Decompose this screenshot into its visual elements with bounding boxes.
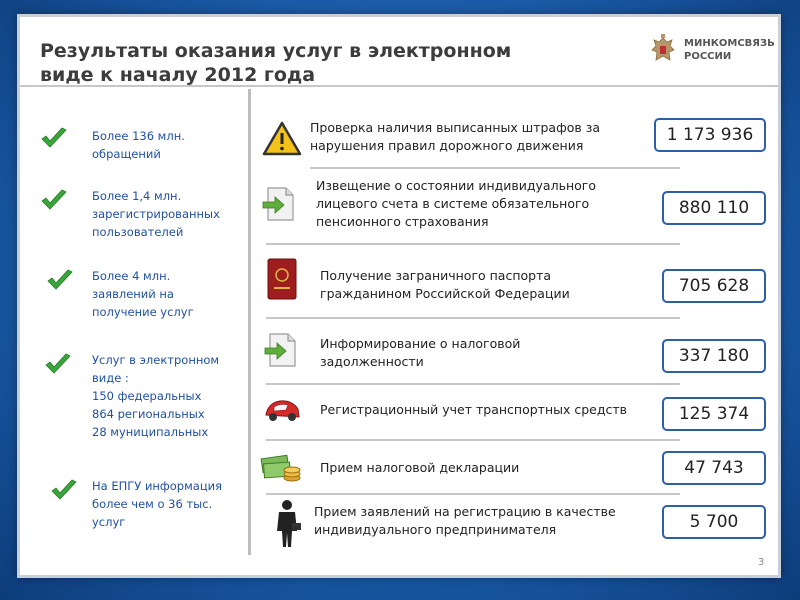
logo-text: МИНКОМСВЯЗЬ РОССИИ [684,37,775,63]
row-divider [310,167,680,169]
left-item-text: Более 136 млн. обращений [92,127,252,163]
service-text: Проверка наличия выписанных штрафов за н… [310,119,600,155]
page-title: Результаты оказания услуг в электронном … [40,40,512,86]
coat-of-arms-icon [651,34,675,61]
left-list-item: Услуг в электронном виде : 150 федеральн… [40,351,250,443]
left-item-line: Более 1,4 млн. [92,189,182,203]
service-row: Извещение о состоянии индивидуального ли… [258,175,778,239]
checkmark-icon [41,127,67,148]
service-line: лицевого счета в системе обязательного [316,196,590,211]
left-item-line: 28 муниципальных [92,425,209,439]
service-line: индивидуального предпринимателя [314,522,557,537]
document-arrow-icon [262,187,294,221]
left-item-line: обращений [92,147,161,161]
service-text: Информирование о налоговой задолженности [320,335,520,371]
logo-line: РОССИИ [684,51,732,62]
service-line: Получение заграничного паспорта [320,268,552,283]
passport-icon [267,258,297,300]
left-item-line: виде : [92,371,129,385]
left-item-line: более чем о 36 тыс. [92,497,213,511]
left-item-line: услуг [92,515,126,529]
service-text: Получение заграничного паспорта граждани… [320,267,570,303]
service-line: гражданином Российской Федерации [320,286,570,301]
checkmark-icon [47,269,73,290]
service-line: Извещение о состоянии индивидуального [316,178,596,193]
row-divider [266,383,680,385]
left-item-text: Более 4 млн. заявлений на получение услу… [92,267,252,321]
left-item-line: Услуг в электронном [92,353,220,367]
service-line: задолженности [320,354,424,369]
row-divider [266,317,680,319]
service-row: Проверка наличия выписанных штрафов за н… [258,115,778,165]
header-divider [20,85,778,87]
left-item-text: Услуг в электронном виде : 150 федеральн… [92,351,252,441]
service-value: 125 374 [662,397,766,431]
left-item-text: Более 1,4 млн. зарегистрированных пользо… [92,187,252,241]
logo-line: МИНКОМСВЯЗЬ [684,38,775,49]
row-divider [266,493,680,495]
left-item-line: Более 136 млн. [92,129,185,143]
checkmark-icon [41,189,67,210]
money-icon [260,454,301,482]
service-value: 337 180 [662,339,766,373]
service-line: нарушения правил дорожного движения [310,138,584,153]
service-value: 880 110 [662,191,766,225]
service-line: Регистрационный учет транспортных средст… [320,402,628,417]
service-line: Проверка наличия выписанных штрафов за [310,120,601,135]
service-value: 1 173 936 [654,118,766,152]
service-row: Прием заявлений на регистрацию в качеств… [258,499,778,559]
service-row: Регистрационный учет транспортных средст… [258,387,778,435]
left-list-item: На ЕПГУ информация более чем о 36 тыс. у… [40,477,250,537]
service-row: Получение заграничного паспорта граждани… [258,253,778,313]
service-line: пенсионного страхования [316,214,489,229]
document-arrow-icon [264,333,296,367]
left-item-line: Более 4 млн. [92,269,171,283]
left-list-item: Более 4 млн. заявлений на получение услу… [40,267,250,327]
page-number: 3 [758,557,765,568]
left-item-line: На ЕПГУ информация [92,479,223,493]
left-item-line: 864 региональных [92,407,205,421]
service-text: Извещение о состоянии индивидуального ли… [316,177,596,231]
service-value: 705 628 [662,269,766,303]
service-line: Информирование о налоговой [320,336,521,351]
service-text: Прием налоговой декларации [320,459,519,477]
left-list-item: Более 136 млн. обращений [40,127,250,167]
left-item-line: заявлений на [92,287,174,301]
slide: Результаты оказания услуг в электронном … [17,14,781,578]
left-item-line: 150 федеральных [92,389,202,403]
service-line: Прием заявлений на регистрацию в качеств… [314,504,616,519]
warning-icon [262,121,302,156]
service-row: Прием налоговой декларации 47 743 [258,441,778,497]
left-item-line: пользователей [92,225,184,239]
checkmark-icon [51,479,77,500]
left-item-line: зарегистрированных [92,207,220,221]
left-list-item: Более 1,4 млн. зарегистрированных пользо… [40,187,250,247]
left-item-line: получение услуг [92,305,194,319]
service-text: Прием заявлений на регистрацию в качеств… [314,503,616,539]
service-value: 5 700 [662,505,766,539]
left-item-text: На ЕПГУ информация более чем о 36 тыс. у… [92,477,252,531]
service-line: Прием налоговой декларации [320,460,520,475]
car-icon [265,400,300,421]
service-value: 47 743 [662,451,766,485]
checkmark-icon [45,353,71,374]
businessman-icon [277,500,301,547]
ministry-logo: МИНКОМСВЯЗЬ РОССИИ [648,32,775,74]
service-row: Информирование о налоговой задолженности… [258,323,778,383]
service-text: Регистрационный учет транспортных средст… [320,401,627,419]
row-divider [266,243,680,245]
